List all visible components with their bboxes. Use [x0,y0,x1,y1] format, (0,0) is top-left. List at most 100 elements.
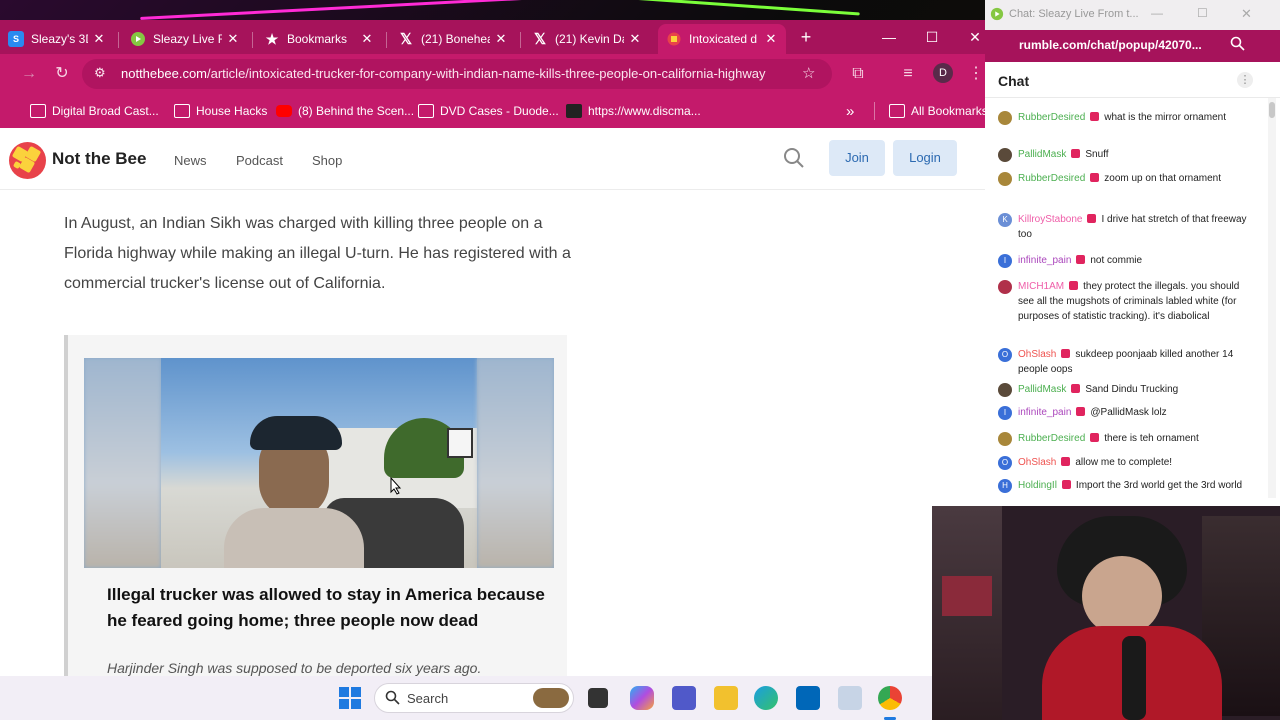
forward-icon[interactable]: → [18,63,40,85]
bookmark-behind-scenes[interactable]: (8) Behind the Scen... [276,102,414,120]
folder-icon[interactable] [714,686,738,710]
close-tab-icon[interactable]: ✕ [92,31,106,47]
site-info-icon[interactable]: ⚙ [94,65,106,81]
chat-username[interactable]: RubberDesired [1018,173,1085,184]
user-avatar[interactable] [998,432,1012,446]
chat-username[interactable]: RubberDesired [1018,112,1085,123]
maximize-button[interactable]: ☐ [1197,6,1208,20]
close-window-button[interactable]: ✕ [1241,6,1252,22]
chat-message-text: zoom up on that ornament [1104,173,1222,184]
join-button[interactable]: Join [829,140,885,176]
taskbar-search[interactable]: Search [374,683,574,713]
teams-icon[interactable] [672,686,696,710]
bee-logo-icon[interactable] [9,142,46,179]
nav-news[interactable]: News [174,153,207,168]
tab-intoxicated-active[interactable]: Intoxicated d ✕ [658,24,786,54]
bookmark-star-icon[interactable]: ☆ [802,64,815,82]
folder-icon [174,104,190,118]
bookmark-house-hacks[interactable]: House Hacks [174,102,267,120]
embedded-article-card[interactable]: Illegal trucker was allowed to stay in A… [64,335,567,676]
copilot-icon[interactable] [630,686,654,710]
edge-icon[interactable] [754,686,778,710]
bookmark-digital-broadcast[interactable]: Digital Broad Cast... [30,102,159,120]
card-title[interactable]: Illegal trucker was allowed to stay in A… [107,582,547,634]
tab-bookmarks[interactable]: ★ Bookmarks ✕ [256,24,382,54]
chat-message: O OhSlash allow me to complete! [998,455,1253,470]
bookmark-label: Digital Broad Cast... [52,104,159,118]
close-tab-icon[interactable]: ✕ [226,31,240,47]
chat-username[interactable]: MICH1AM [1018,281,1064,292]
user-avatar[interactable] [998,148,1012,162]
site-name[interactable]: Not the Bee [52,149,146,169]
nav-podcast[interactable]: Podcast [236,153,283,168]
chat-username[interactable]: HoldingIl [1018,480,1057,491]
chat-message: MICH1AM they protect the illegals. you sh… [998,279,1253,324]
maximize-button[interactable]: ☐ [916,26,948,48]
app-icon[interactable] [838,686,862,710]
rumble-icon [130,31,146,47]
chat-message-text: allow me to complete! [1075,457,1173,468]
chat-username[interactable]: RubberDesired [1018,433,1085,444]
close-tab-icon[interactable]: ✕ [494,31,508,47]
chat-scrollbar[interactable] [1268,98,1276,498]
tab-x-kevin[interactable]: 𝕏 (21) Kevin Da ✕ [524,24,650,54]
all-bookmarks[interactable]: All Bookmarks [874,102,988,120]
search-icon[interactable] [783,147,805,174]
chat-options-icon[interactable]: ⋮ [1237,72,1253,88]
store-icon[interactable] [796,686,820,710]
windows-start-icon[interactable] [338,686,362,710]
user-avatar[interactable]: I [998,254,1012,268]
bookmarks-overflow-button[interactable]: » [846,102,854,120]
chat-username[interactable]: OhSlash [1018,349,1056,360]
tab-label: Sleazy Live Fr [153,32,222,46]
lens-icon[interactable]: ⧉ [847,63,869,85]
profile-avatar[interactable]: D [933,63,953,83]
chat-username[interactable]: infinite_pain [1018,255,1071,266]
chat-username[interactable]: PallidMask [1018,384,1066,395]
login-button[interactable]: Login [893,140,957,176]
url-text[interactable]: notthebee.com/article/intoxicated-trucke… [121,66,766,81]
bookmark-discma[interactable]: https://www.discma... [566,102,701,120]
folder-icon [889,104,905,118]
chat-username[interactable]: infinite_pain [1018,407,1071,418]
close-tab-icon[interactable]: ✕ [360,31,374,47]
tab-label: (21) Bonehea [421,32,490,46]
minimize-button[interactable]: — [873,26,905,48]
address-bar[interactable]: ⚙ notthebee.com/article/intoxicated-truc… [82,59,832,89]
new-tab-button[interactable]: + [790,26,822,48]
tab-sleazy-live[interactable]: Sleazy Live Fr ✕ [122,24,248,54]
user-avatar[interactable] [998,111,1012,125]
tab-sleazys-3d[interactable]: S Sleazy's 3D C ✕ [0,24,114,54]
user-avatar[interactable] [998,383,1012,397]
tab-x-bonehead[interactable]: 𝕏 (21) Bonehea ✕ [390,24,516,54]
bookmark-dvd-cases[interactable]: DVD Cases - Duode... [418,102,559,120]
file-explorer-dark-icon[interactable] [588,688,608,708]
user-avatar[interactable]: O [998,348,1012,362]
x-icon: 𝕏 [399,31,413,48]
user-avatar[interactable] [998,172,1012,186]
chat-url[interactable]: rumble.com/chat/popup/42070... [1019,38,1202,52]
chat-message-text: not commie [1090,255,1143,266]
user-avatar[interactable]: H [998,479,1012,493]
bookmark-label: https://www.discma... [588,104,701,118]
user-avatar[interactable]: O [998,456,1012,470]
media-icon[interactable]: ≡ [897,63,919,85]
chat-username[interactable]: OhSlash [1018,457,1056,468]
zoom-icon[interactable] [1230,36,1245,56]
minimize-button[interactable]: — [1151,6,1163,20]
user-avatar[interactable]: K [998,213,1012,227]
user-avatar[interactable]: I [998,406,1012,420]
chrome-icon[interactable] [878,686,902,710]
chat-window-title: Chat: Sleazy Live From t... [1009,8,1139,20]
webcam-overlay [932,506,1280,720]
chat-username[interactable]: PallidMask [1018,149,1066,160]
nav-shop[interactable]: Shop [312,153,342,168]
chat-message: PallidMask Snuff [998,147,1253,162]
close-tab-icon[interactable]: ✕ [764,31,778,47]
close-tab-icon[interactable]: ✕ [628,31,642,47]
chat-username[interactable]: KillroyStabone [1018,214,1082,225]
user-avatar[interactable] [998,280,1012,294]
reload-icon[interactable]: ↻ [51,63,73,85]
menu-icon[interactable]: ⋮ [965,63,987,85]
tab-label: Intoxicated d [689,32,758,46]
